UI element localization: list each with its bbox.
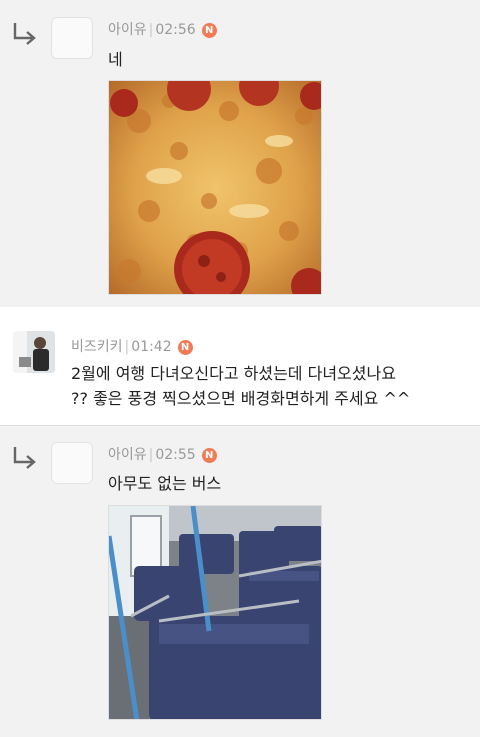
comment-text: 아무도 없는 버스 <box>108 474 222 493</box>
author-name[interactable]: 아이유 <box>108 22 147 38</box>
new-badge: N <box>201 447 217 463</box>
avatar[interactable] <box>51 17 93 59</box>
comment-meta: 비즈키키 | 01:42 N <box>71 336 193 356</box>
comment-meta: 아이유 | 02:55 N <box>108 444 217 464</box>
comment-reply-2: 아이유 | 02:55 N 아무도 없는 버스 <box>0 426 480 737</box>
comment-reply-1: 아이유 | 02:56 N 네 <box>0 0 480 307</box>
pizza-photo[interactable] <box>108 80 322 295</box>
comment-text-line-1: 2월에 여행 다녀오신다고 하셨는데 다녀오셨나요 <box>71 364 396 383</box>
comment-time: 02:55 <box>155 447 196 463</box>
author-name[interactable]: 아이유 <box>108 447 147 463</box>
comment-2: 비즈키키 | 01:42 N 2월에 여행 다녀오신다고 하셨는데 다녀오셨나요 ??… <box>0 307 480 425</box>
new-badge: N <box>201 22 217 38</box>
avatar[interactable] <box>13 331 55 373</box>
avatar[interactable] <box>51 442 93 484</box>
author-name[interactable]: 비즈키키 <box>71 339 123 355</box>
reply-arrow-icon <box>13 447 36 469</box>
comment-text: 네 <box>108 50 123 69</box>
reply-arrow-icon <box>13 23 36 45</box>
comment-time: 02:56 <box>155 22 196 38</box>
comment-meta: 아이유 | 02:56 N <box>108 19 217 39</box>
bus-interior-photo[interactable] <box>108 505 322 720</box>
comment-time: 01:42 <box>131 339 172 355</box>
new-badge: N <box>177 339 193 355</box>
comment-text-line-2: ?? 좋은 풍경 찍으셨으면 배경화면하게 주세요 ^^ <box>71 389 411 408</box>
